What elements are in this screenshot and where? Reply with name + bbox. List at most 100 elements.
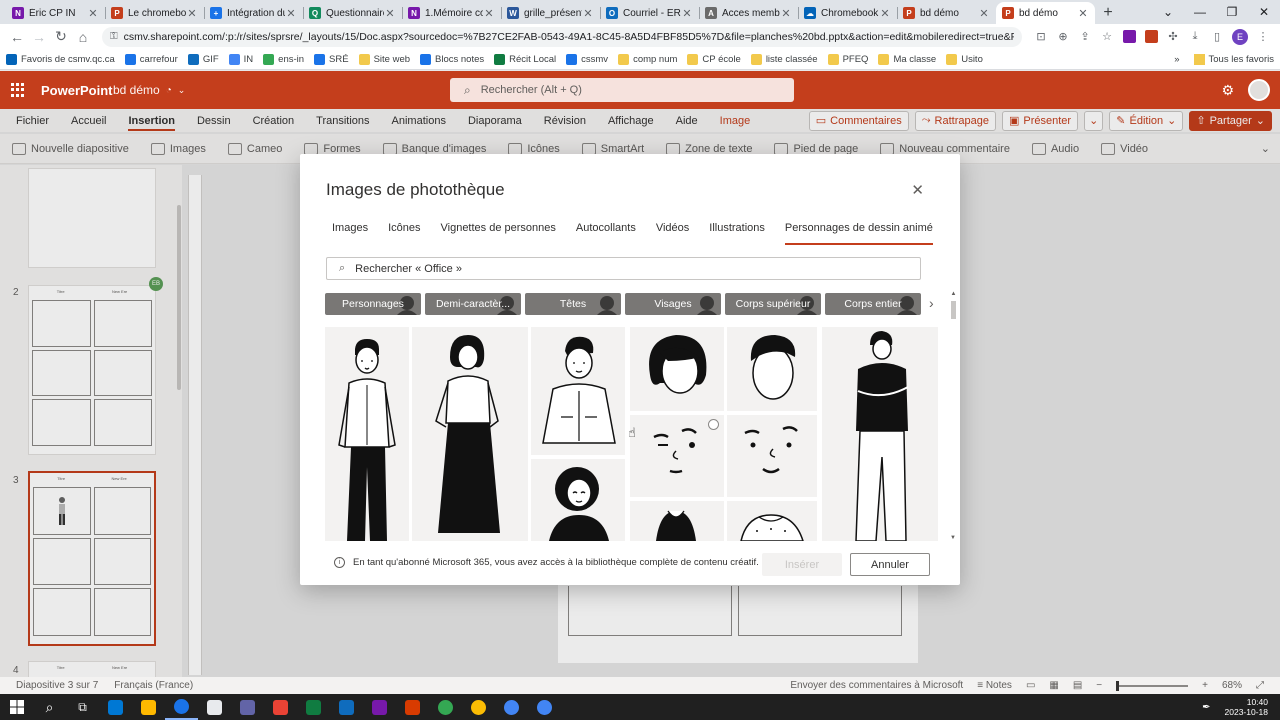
bookmark-item[interactable]: comp num (618, 53, 677, 65)
taskbar-app[interactable] (429, 694, 462, 720)
close-tab-icon[interactable]: ✕ (87, 7, 99, 20)
category-chip[interactable]: Visages (625, 293, 721, 315)
close-tab-icon[interactable]: ✕ (285, 7, 297, 20)
close-tab-icon[interactable]: ✕ (384, 7, 396, 20)
reload-icon[interactable]: ↻ (50, 28, 72, 45)
browser-tab[interactable]: Pbd démo ✕ (897, 2, 996, 24)
fit-slide-icon[interactable]: ⤢ (1256, 680, 1264, 691)
share-icon[interactable]: ⇪ (1074, 30, 1096, 43)
download-icon[interactable]: ⤓ (1184, 30, 1206, 43)
back-icon[interactable]: ← (6, 29, 28, 45)
cartoon-face-wink[interactable] (630, 415, 724, 497)
menu-icon[interactable]: ⋮ (1252, 30, 1274, 43)
sorter-view-icon[interactable]: ▦ (1049, 680, 1058, 691)
bookmark-item[interactable]: CP école (687, 53, 741, 65)
cartoon-sweater[interactable] (727, 501, 817, 541)
browser-tab[interactable]: ☁ Chromebook ✕ (798, 2, 897, 24)
gallery-scrollbar[interactable]: ▲ ▼ (950, 291, 957, 541)
category-chip[interactable]: Corps supérieur (725, 293, 821, 315)
close-tab-icon[interactable]: ✕ (483, 7, 495, 20)
category-chip[interactable]: Corps entier (825, 293, 921, 315)
taskbar-app[interactable] (330, 694, 363, 720)
dialog-tab[interactable]: Vignettes de personnes (441, 222, 556, 244)
taskbar-app[interactable] (528, 694, 561, 720)
feedback-link[interactable]: Envoyer des commentaires à Microsoft (790, 680, 963, 691)
document-title[interactable]: bd démo ◔ ⌄ (113, 83, 185, 97)
cartoon-upper-body[interactable] (630, 501, 724, 541)
taskbar-app[interactable] (462, 694, 495, 720)
cartoon-man-crossed-arms[interactable] (822, 327, 938, 541)
bookmark-item[interactable]: GIF (187, 53, 219, 65)
select-checkbox[interactable] (708, 419, 719, 430)
maximize-button[interactable]: ❐ (1216, 5, 1248, 19)
dialog-tab[interactable]: Autocollants (576, 222, 636, 244)
app-name[interactable]: PowerPoint (41, 83, 113, 98)
site-info-icon[interactable]: ⚿ (110, 31, 118, 42)
bookmark-item[interactable]: carrefour (124, 53, 178, 65)
taskbar-app[interactable] (99, 694, 132, 720)
notes-button[interactable]: ≡ Notes (977, 680, 1012, 691)
language-indicator[interactable]: Français (France) (114, 680, 193, 691)
home-icon[interactable]: ⌂ (72, 29, 94, 45)
bookmark-item[interactable]: SRÉ (314, 53, 349, 65)
bookmark-item[interactable]: Favoris de csmv.qc.ca (6, 53, 115, 65)
bookmark-item[interactable]: cssmv (566, 53, 608, 65)
zoom-level[interactable]: 68% (1222, 680, 1242, 691)
profile-avatar[interactable]: E (1232, 28, 1248, 45)
bookmark-item[interactable]: ens-in (263, 53, 304, 65)
taskbar-app[interactable] (165, 694, 198, 720)
zoom-icon[interactable]: ⊕ (1052, 30, 1074, 43)
taskbar-app[interactable] (264, 694, 297, 720)
more-bookmarks-icon[interactable]: » (1174, 54, 1179, 65)
tab-search-icon[interactable]: ⌄ (1152, 5, 1184, 19)
cartoon-man-full-body[interactable] (325, 327, 409, 541)
taskbar-app[interactable] (396, 694, 429, 720)
browser-tab[interactable]: + Intégration du ✕ (204, 2, 303, 24)
bookmark-item[interactable]: IN (228, 53, 253, 65)
bookmark-item[interactable]: PFEQ (827, 53, 868, 65)
taskbar-app[interactable] (198, 694, 231, 720)
pen-icon[interactable]: ✒ (1202, 702, 1210, 713)
taskbar-app[interactable] (495, 694, 528, 720)
bookmark-item[interactable]: liste classée (750, 53, 818, 65)
category-chip[interactable]: Personnages (325, 293, 421, 315)
bookmark-item[interactable]: Usito (946, 53, 983, 65)
close-tab-icon[interactable]: ✕ (879, 7, 891, 20)
app-search-box[interactable]: ⌕ Rechercher (Alt + Q) (450, 78, 794, 102)
bookmark-item[interactable]: Ma classe (878, 53, 936, 65)
forward-icon[interactable]: → (28, 29, 50, 45)
install-icon[interactable]: ⊡ (1030, 30, 1052, 43)
close-tab-icon[interactable]: ✕ (1077, 7, 1089, 20)
onenote-extension-icon[interactable] (1118, 30, 1140, 43)
close-icon[interactable]: ✕ (911, 181, 924, 199)
bookmark-item[interactable]: Récit Local (494, 53, 556, 65)
cartoon-curly-girl[interactable] (531, 459, 625, 541)
side-panel-icon[interactable]: ▯ (1206, 30, 1228, 43)
reading-view-icon[interactable]: ▤ (1073, 680, 1082, 691)
close-tab-icon[interactable]: ✕ (582, 7, 594, 20)
zoom-in-icon[interactable]: + (1202, 680, 1208, 691)
bookmark-star-icon[interactable]: ☆ (1096, 30, 1118, 43)
task-view-icon[interactable]: ⧉ (66, 694, 99, 720)
stock-search-input[interactable]: ⌕ Rechercher « Office » (326, 257, 921, 280)
chevron-right-icon[interactable]: › (929, 295, 934, 311)
search-taskbar-icon[interactable]: ⌕ (33, 694, 66, 720)
browser-tab[interactable]: Wgrille_présentat✕ (501, 2, 600, 24)
browser-tab[interactable]: P Le chromebook✕ (105, 2, 204, 24)
cartoon-boy-hoodie[interactable] (531, 327, 625, 455)
browser-tab[interactable]: N Éric CP IN ✕ (6, 2, 105, 24)
browser-tab[interactable]: A Acces membre✕ (699, 2, 798, 24)
cartoon-head-bob[interactable] (630, 327, 724, 411)
cartoon-head-short-hair[interactable] (727, 327, 817, 411)
scroll-down-icon[interactable]: ▼ (950, 535, 956, 541)
dialog-tab[interactable]: Images (332, 222, 368, 244)
taskbar-app[interactable] (297, 694, 330, 720)
normal-view-icon[interactable]: ▭ (1026, 680, 1035, 691)
app-launcher-icon[interactable] (0, 83, 36, 97)
scroll-up-icon[interactable]: ▲ (950, 291, 957, 297)
cancel-button[interactable]: Annuler (850, 553, 930, 576)
new-tab-button[interactable]: + (1095, 2, 1121, 24)
zoom-slider[interactable] (1116, 680, 1189, 691)
all-bookmarks[interactable]: » Tous les favoris (1174, 53, 1274, 65)
close-tab-icon[interactable]: ✕ (186, 7, 198, 20)
